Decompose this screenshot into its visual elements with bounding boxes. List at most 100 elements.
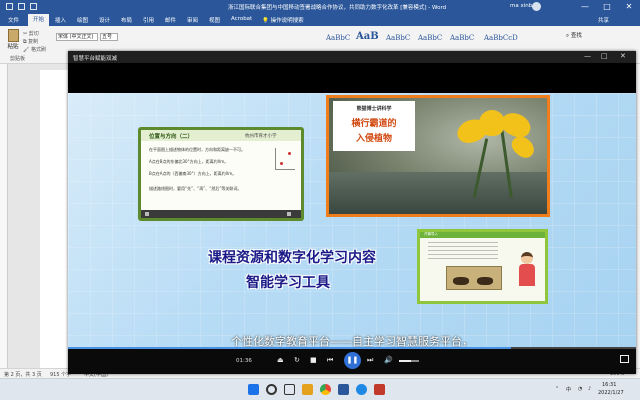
clipboard-group-label: 剪贴板: [10, 56, 26, 62]
player-app-icon[interactable]: [356, 384, 367, 395]
progress-bar[interactable]: [68, 347, 636, 349]
input-language[interactable]: 中: [566, 386, 571, 393]
word-title-bar: 浙江国际联合集团与中国移动签署战略合作协议，共同助力数字化改革 [兼容模式] -…: [0, 0, 640, 14]
player-close-button[interactable]: ✕: [620, 52, 626, 60]
find-label: 查找: [570, 33, 582, 39]
word-icon[interactable]: [338, 384, 349, 395]
tab-file[interactable]: 文件: [8, 16, 19, 24]
previous-icon[interactable]: ⏮: [327, 356, 333, 365]
slide-position-direction: 位置与方向（二） 杭州市育才小学 在平面图上描述物体的位置时，方向和距离缺一不可…: [138, 127, 304, 221]
file-explorer-icon[interactable]: [302, 384, 313, 395]
stop-icon[interactable]: ■: [310, 356, 317, 364]
style-title[interactable]: AaBbC: [418, 34, 442, 42]
tab-layout[interactable]: 布局: [121, 16, 132, 24]
player-title: 智慧平台赋能双减: [73, 56, 118, 62]
save-icon[interactable]: [18, 3, 25, 10]
video-player-window: 智慧平台赋能双减 — □ ✕ 位置与方向（二） 杭州市育才小学 在平面图上描述物…: [68, 51, 636, 374]
slide-position-line: B点在A点的（西偏南30°）方向上，距离约Xm。: [149, 171, 237, 176]
tab-acrobat[interactable]: Acrobat: [231, 16, 252, 22]
video-headline-line1: 课程资源和数字化学习内容: [208, 250, 376, 266]
subtitles-icon[interactable]: ⏏: [277, 356, 284, 364]
player-controls: 01:36 ⏏ ↻ ■ ⏮ ❚❚ ⏭ 🔊: [68, 347, 636, 374]
slide-position-line: A点在B点的东偏北30°方向上，距离约Xm。: [149, 159, 229, 164]
style-heading2[interactable]: AaBbC: [386, 34, 410, 42]
player-minimize-button[interactable]: —: [584, 52, 591, 60]
volume-icon[interactable]: 🔊: [384, 356, 393, 364]
undo-icon[interactable]: [30, 3, 37, 10]
loop-icon[interactable]: ↻: [294, 356, 300, 364]
next-icon[interactable]: ⏭: [367, 356, 373, 365]
font-size-select[interactable]: 五号: [100, 33, 118, 41]
tab-mailings[interactable]: 邮件: [165, 16, 176, 24]
volume-slider[interactable]: [399, 360, 419, 362]
maximize-button[interactable]: □: [596, 0, 618, 14]
clock-date[interactable]: 2022/1/27: [598, 390, 624, 396]
tell-me-search[interactable]: 💡 操作说明搜索: [262, 16, 304, 24]
vertical-ruler: [0, 64, 8, 368]
tab-review[interactable]: 审阅: [187, 16, 198, 24]
search-icon[interactable]: [266, 384, 277, 395]
tray-chevron-icon[interactable]: ⌃: [555, 386, 559, 392]
brush-icon: 🖌: [23, 47, 31, 53]
chrome-icon[interactable]: [320, 384, 331, 395]
autosave-icon[interactable]: [6, 3, 13, 10]
page-count[interactable]: 第 2 页，共 3 页: [4, 371, 42, 378]
document-title: 浙江国际联合集团与中国移动签署战略合作协议，共同助力数字化改革 [兼容模式] -…: [228, 5, 447, 11]
tab-references[interactable]: 引用: [143, 16, 154, 24]
player-maximize-button[interactable]: □: [601, 52, 608, 60]
acrobat-icon[interactable]: [374, 384, 385, 395]
quick-access-toolbar: [6, 3, 37, 10]
windows-taskbar: ⌃ 中 ◔ ♪ 16:31 2022/1/27: [0, 378, 640, 400]
cut-label: 剪切: [28, 31, 39, 37]
water-background: [329, 172, 547, 214]
style-normal[interactable]: AaBbC: [326, 34, 350, 42]
tab-draw[interactable]: 绘图: [77, 16, 88, 24]
slide-position-line: 在平面图上描述物体的位置时，方向和距离缺一不可。: [149, 147, 245, 152]
slide-animals-title: 开篇导入: [424, 232, 438, 236]
style-subtitle[interactable]: AaBbC: [450, 34, 474, 42]
avatar[interactable]: [532, 2, 541, 11]
speaker-icon[interactable]: ♪: [588, 386, 591, 392]
tab-design[interactable]: 设计: [99, 16, 110, 24]
copy-button[interactable]: ⧉ 复制: [23, 38, 38, 45]
clock-time[interactable]: 16:31: [602, 382, 616, 388]
cut-button[interactable]: ✂ 剪切: [23, 30, 39, 37]
diagram-point-b: [280, 162, 283, 165]
style-emphasis[interactable]: AaBbCcD: [484, 34, 518, 42]
paste-button[interactable]: 粘贴: [4, 29, 22, 50]
ribbon-tab-bar: 文件 开始 插入 绘图 设计 布局 引用 邮件 审阅 视图 Acrobat 💡 …: [0, 14, 640, 26]
windows-start-icon[interactable]: [248, 384, 259, 395]
slide-position-inner: 位置与方向（二） 杭州市育才小学 在平面图上描述物体的位置时，方向和距离缺一不可…: [141, 130, 301, 218]
plant-title-line1: 横行霸道的: [351, 119, 397, 129]
plant-badge: 熊猫博士讲科学: [356, 106, 392, 112]
video-headline-line2: 智能学习工具: [246, 275, 330, 291]
pause-icon: ❚❚: [346, 356, 359, 364]
fullscreen-icon[interactable]: [620, 355, 629, 363]
plant-title-card: 熊猫博士讲科学 横行霸道的 入侵植物: [333, 101, 415, 151]
volume-slider-fill: [399, 360, 411, 362]
share-button[interactable]: 共享: [598, 16, 609, 24]
slide-position-footer: [141, 210, 301, 218]
close-button[interactable]: ✕: [618, 0, 640, 14]
tab-view[interactable]: 视图: [209, 16, 220, 24]
tell-me-label: 操作说明搜索: [270, 18, 304, 24]
minimize-button[interactable]: —: [574, 0, 596, 14]
slide-nav-icon: [287, 212, 291, 216]
find-button[interactable]: ⌕ 查找: [566, 31, 582, 40]
school-logo-text: 杭州市育才小学: [245, 134, 277, 139]
pause-button[interactable]: ❚❚: [344, 352, 361, 369]
paste-label: 粘贴: [7, 44, 19, 50]
slide-position-line: 描述路线图时，要用“先”、“再”、“然后”等关联词。: [149, 186, 242, 191]
playback-time: 01:36: [236, 358, 252, 364]
tab-insert[interactable]: 插入: [55, 16, 66, 24]
font-name-select[interactable]: 宋体 (中文正文): [56, 33, 98, 41]
wifi-icon[interactable]: ◔: [578, 386, 582, 392]
position-diagram: [275, 148, 295, 170]
slide-animals-header: [420, 232, 545, 238]
format-painter-button[interactable]: 🖌 格式刷: [23, 46, 46, 53]
video-frame[interactable]: 位置与方向（二） 杭州市育才小学 在平面图上描述物体的位置时，方向和距离缺一不可…: [68, 93, 636, 347]
style-heading1[interactable]: AaB: [356, 31, 379, 42]
tab-home[interactable]: 开始: [28, 14, 50, 26]
task-view-icon[interactable]: [284, 384, 295, 395]
diagram-point-a: [288, 152, 291, 155]
